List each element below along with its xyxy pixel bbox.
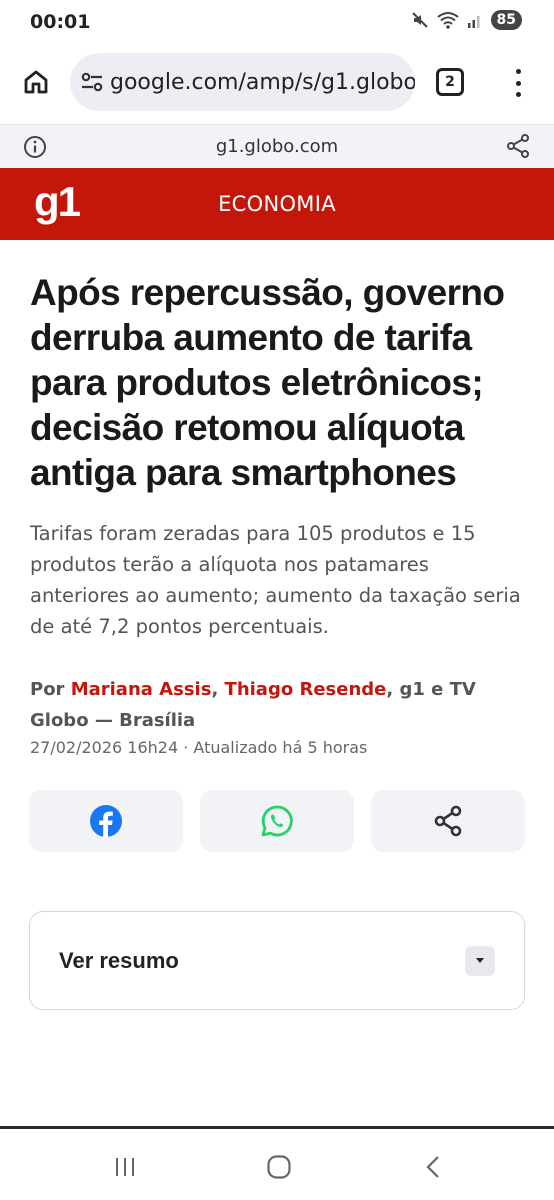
whatsapp-icon bbox=[261, 805, 293, 837]
status-time: 00:01 bbox=[30, 11, 91, 33]
amp-info-bar: g1.globo.com bbox=[0, 124, 554, 168]
home-button[interactable] bbox=[16, 62, 56, 102]
share-icon[interactable] bbox=[506, 133, 530, 164]
author-link-1[interactable]: Mariana Assis bbox=[71, 679, 212, 700]
system-nav-bar bbox=[0, 1129, 554, 1200]
home-icon bbox=[24, 70, 48, 94]
url-text: google.com/amp/s/g1.globo. bbox=[110, 69, 415, 95]
address-bar[interactable]: google.com/amp/s/g1.globo. bbox=[70, 53, 415, 111]
article-subheadline: Tarifas foram zeradas para 105 produtos … bbox=[30, 522, 521, 638]
share-row bbox=[29, 790, 525, 852]
article-date: 27/02/2026 16h24 · Atualizado há 5 horas bbox=[30, 738, 368, 757]
facebook-icon bbox=[90, 805, 122, 837]
wifi-icon bbox=[436, 12, 459, 29]
article-headline: Após repercussão, governo derruba aument… bbox=[30, 272, 505, 493]
amp-domain: g1.globo.com bbox=[215, 136, 339, 157]
facebook-share-button[interactable] bbox=[29, 790, 183, 852]
section-title[interactable]: ECONOMIA bbox=[0, 192, 554, 216]
tab-switcher-button[interactable]: 2 bbox=[436, 68, 464, 96]
home-nav-button[interactable] bbox=[259, 1149, 299, 1185]
whatsapp-share-button[interactable] bbox=[200, 790, 354, 852]
article-byline: Por Mariana Assis, Thiago Resende, g1 e … bbox=[30, 674, 535, 736]
mute-icon bbox=[411, 12, 428, 28]
back-icon bbox=[426, 1156, 439, 1178]
site-settings-icon[interactable] bbox=[80, 71, 104, 93]
browser-toolbar: google.com/amp/s/g1.globo. 2 bbox=[0, 52, 554, 112]
chevron-down-icon[interactable] bbox=[465, 946, 495, 976]
recent-apps-button[interactable] bbox=[105, 1149, 145, 1185]
home-nav-icon bbox=[267, 1155, 291, 1179]
summary-label: Ver resumo bbox=[59, 948, 179, 973]
site-header: g1 ECONOMIA bbox=[0, 168, 554, 240]
summary-card[interactable]: Ver resumo bbox=[29, 911, 525, 1010]
status-bar: 00:01 85 bbox=[0, 0, 554, 44]
author-link-2[interactable]: Thiago Resende bbox=[225, 679, 387, 700]
recent-apps-icon bbox=[116, 1158, 134, 1176]
more-share-button[interactable] bbox=[371, 790, 525, 852]
battery-badge: 85 bbox=[490, 10, 522, 30]
share-icon bbox=[434, 805, 462, 837]
signal-icon bbox=[467, 16, 480, 28]
back-button[interactable] bbox=[414, 1149, 454, 1185]
byline-prefix: Por bbox=[30, 679, 71, 700]
status-icons: 85 bbox=[411, 10, 522, 30]
more-options-icon[interactable] bbox=[506, 66, 530, 100]
byline-separator: , bbox=[211, 679, 225, 700]
